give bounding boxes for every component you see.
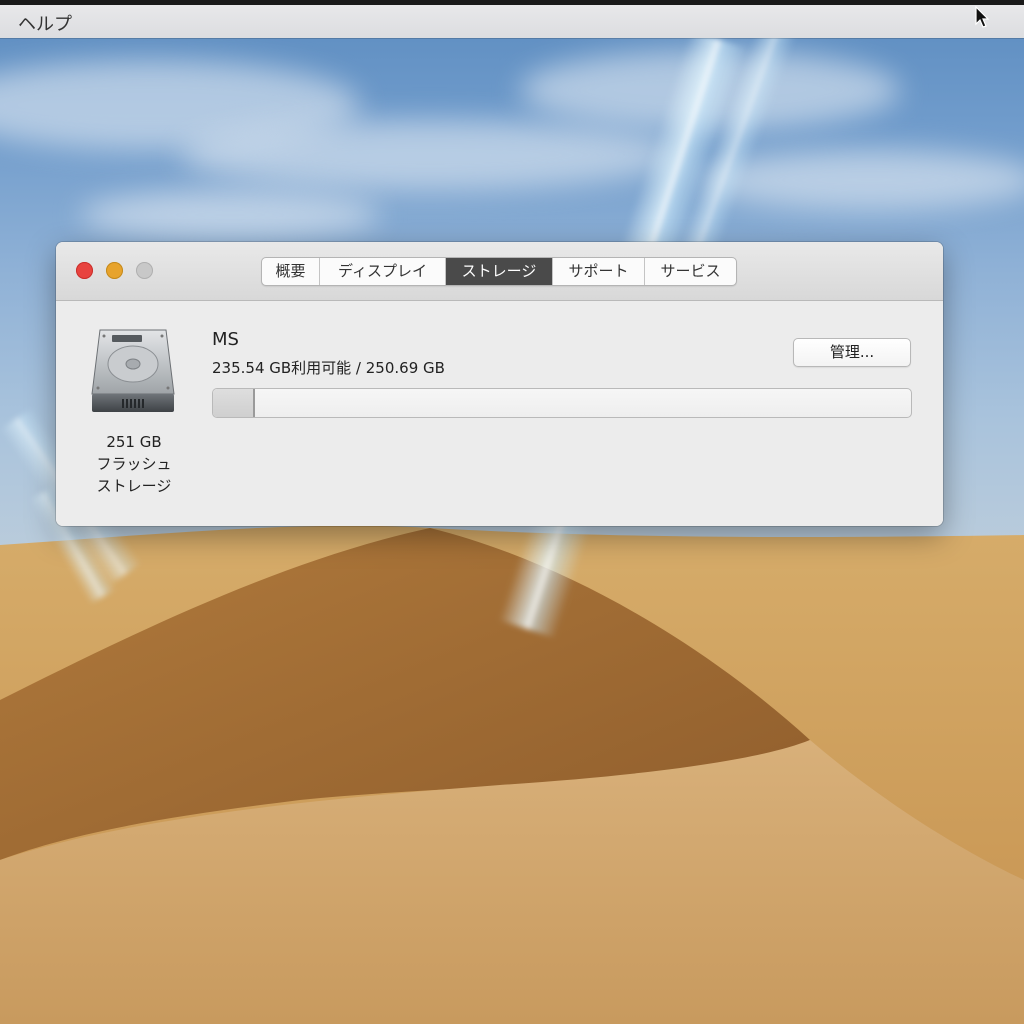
zoom-button[interactable] [136,262,153,279]
volume-name: MS [212,329,239,350]
tab-storage[interactable]: ストレージ [446,258,553,285]
minimize-button[interactable] [106,262,123,279]
mouse-pointer-icon [975,6,990,28]
storage-usage-bar [212,388,912,418]
drive-type-label-line1: フラッシュ [96,455,172,473]
drive-caption: 251 GB フラッシュ ストレージ [84,431,184,497]
storage-used-fill [213,389,255,417]
desktop: ヘルプ 概要 ディスプレイ ストレージ サポート サービス 251 GB フラッ… [0,0,1024,1024]
volume-capacity-text: 235.54 GB利用可能 / 250.69 GB [212,359,445,377]
drive-size-label: 251 GB [106,433,162,451]
manage-button[interactable]: 管理... [793,338,911,367]
close-button[interactable] [76,262,93,279]
tab-service[interactable]: サービス [645,258,736,285]
tab-overview[interactable]: 概要 [262,258,320,285]
window-titlebar: 概要 ディスプレイ ストレージ サポート サービス [56,242,943,301]
hard-drive-icon [91,329,175,412]
storage-panel: 251 GB フラッシュ ストレージ MS 235.54 GB利用可能 / 25… [56,301,943,526]
menu-bar: ヘルプ [0,0,1024,38]
tab-support[interactable]: サポート [553,258,645,285]
drive-type-label-line2: ストレージ [96,477,172,495]
about-this-mac-window: 概要 ディスプレイ ストレージ サポート サービス 251 GB フラッシュ ス… [56,242,943,526]
menu-help[interactable]: ヘルプ [18,10,72,36]
tab-bar: 概要 ディスプレイ ストレージ サポート サービス [261,257,737,286]
tab-displays[interactable]: ディスプレイ [320,258,446,285]
